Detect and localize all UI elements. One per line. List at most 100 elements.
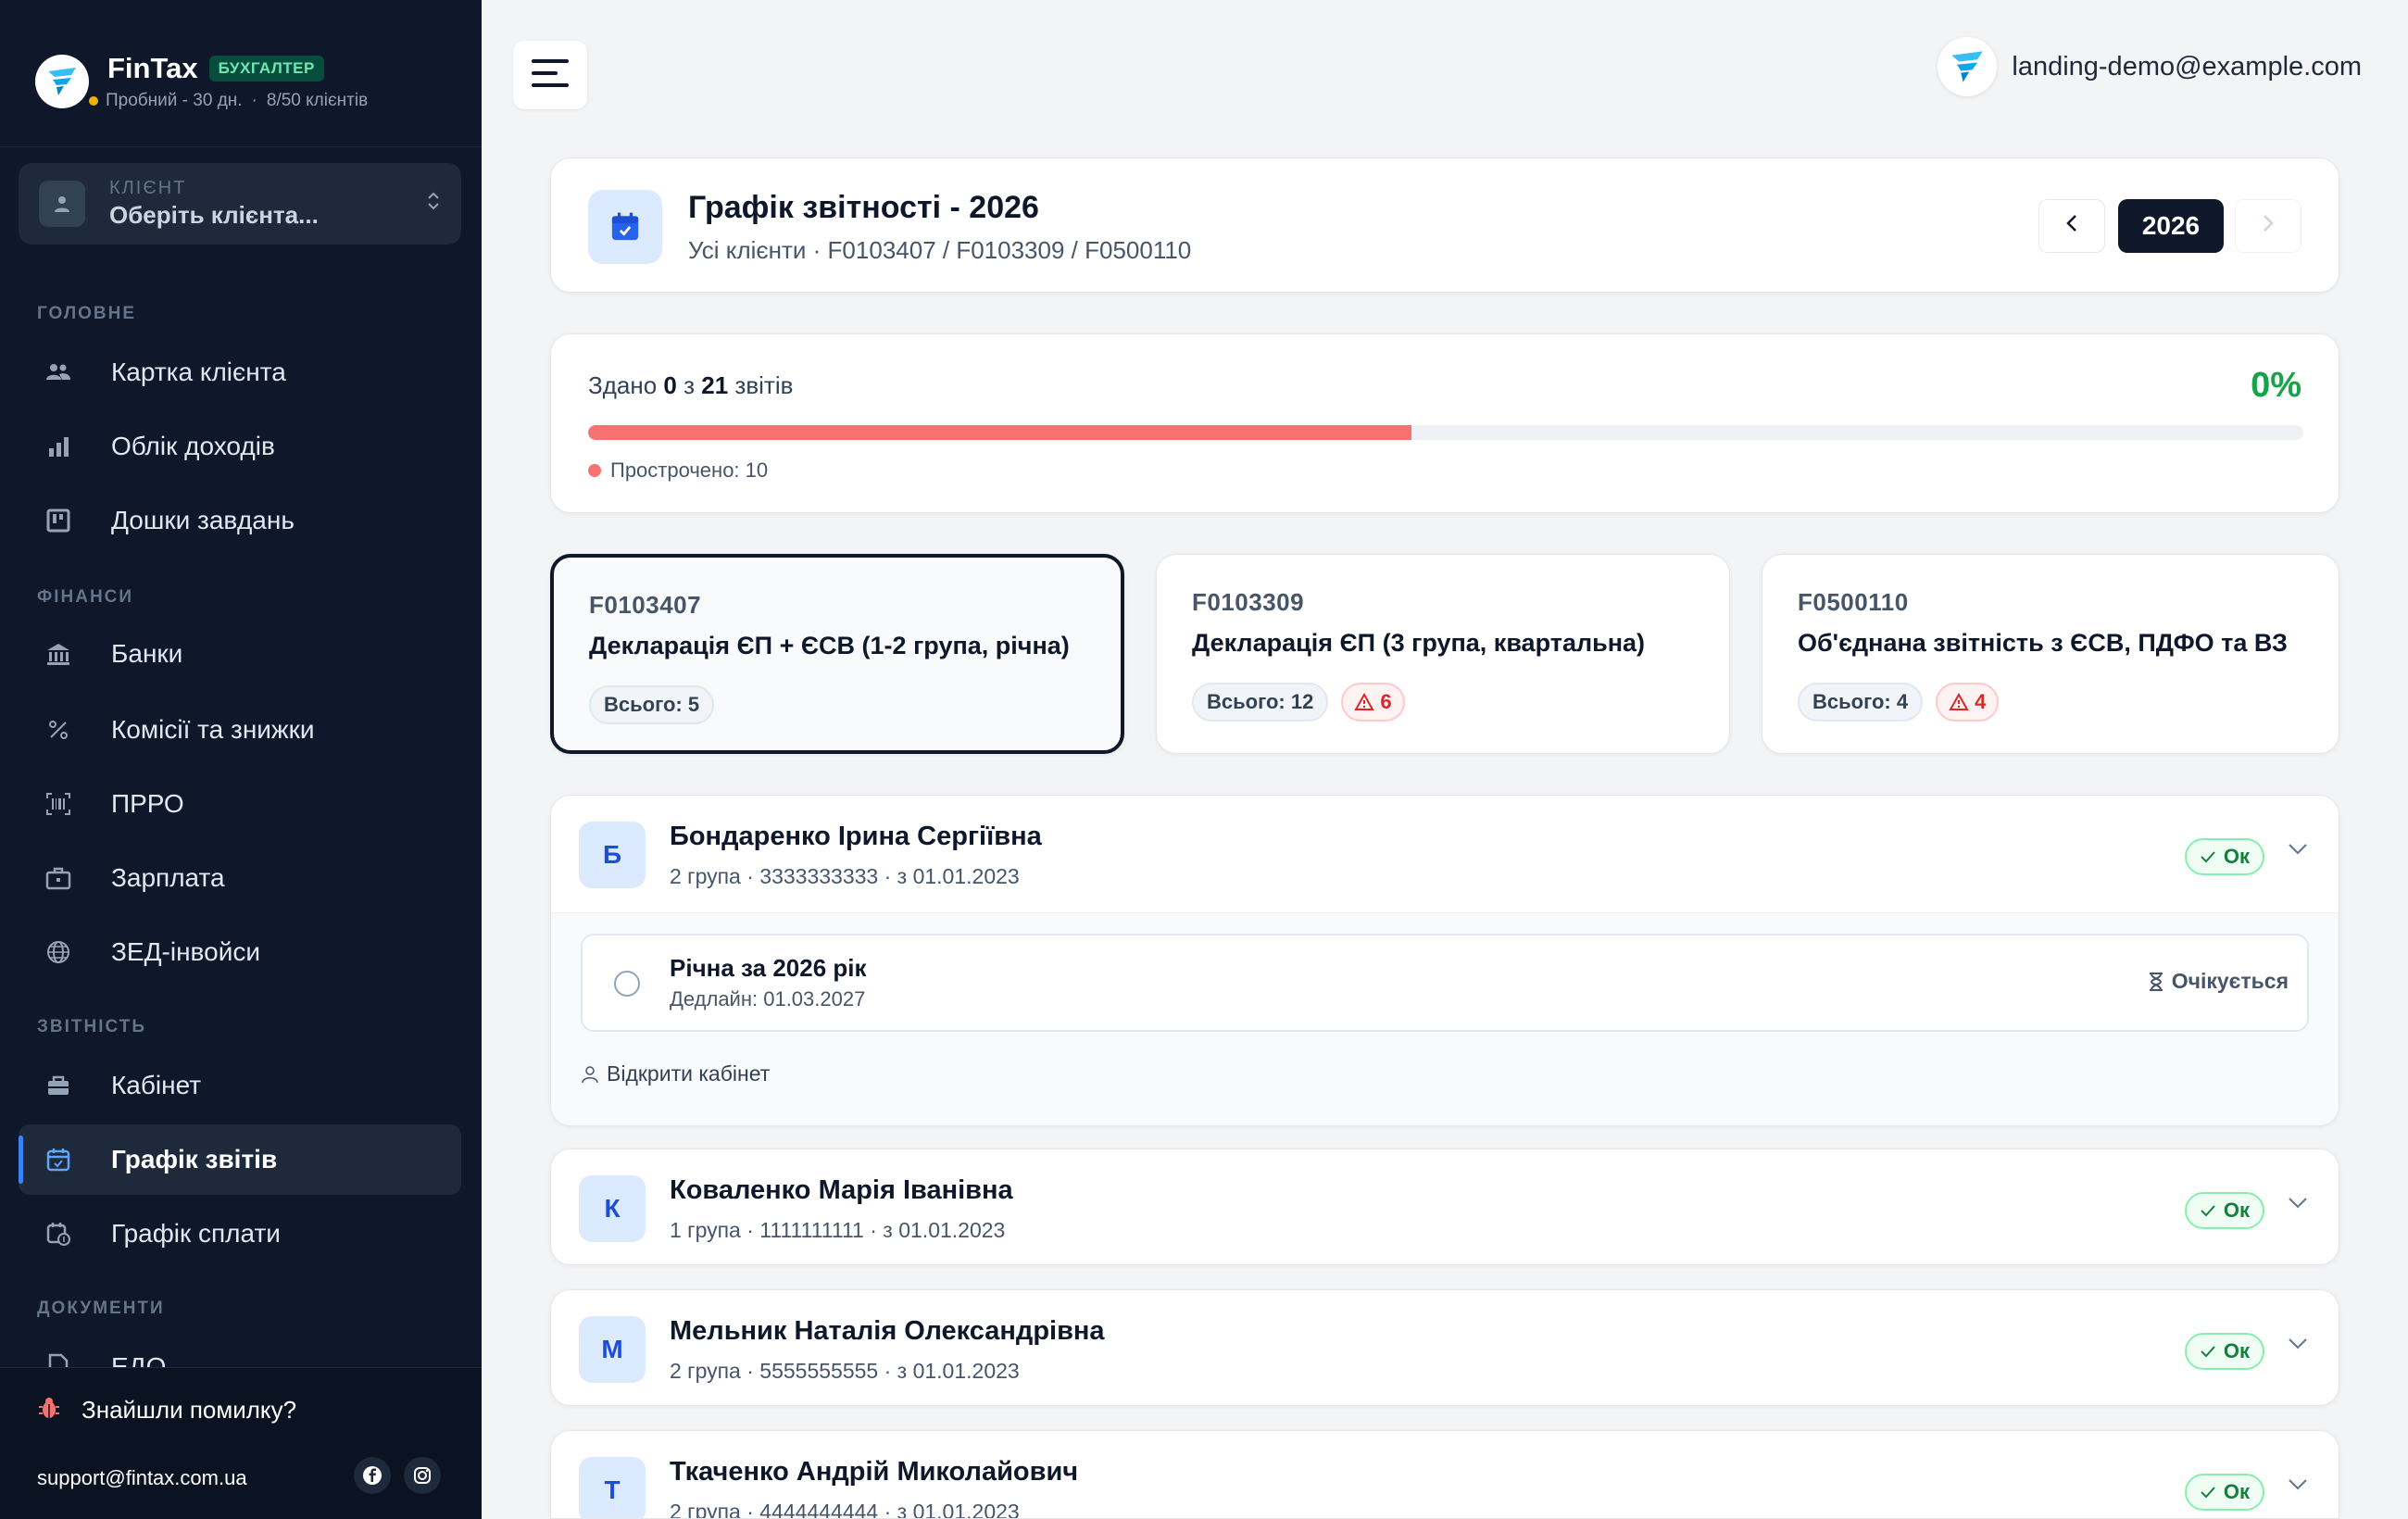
status-badge: Ок	[2184, 1474, 2264, 1511]
sidebar-item-label: Картка клієнта	[111, 358, 286, 386]
report-type-card[interactable]: F0103309 Декларація ЄП (3 група, квартал…	[1156, 554, 1730, 754]
section-title-documents: ДОКУМЕНТИ	[37, 1299, 165, 1318]
brand[interactable]: FinTax БУХГАЛТЕР Пробний - 30 дн. · 8/50…	[35, 52, 368, 111]
chevron-down-icon[interactable]	[2287, 1337, 2309, 1356]
client-row[interactable]: К Коваленко Марія Іванівна 1 група · 111…	[551, 1149, 2339, 1266]
report-type-name: Об'єднана звітність з ЄСВ, ПДФО та ВЗ	[1798, 629, 2288, 657]
report-type-card[interactable]: F0103407 Декларація ЄП + ЄСВ (1-2 група,…	[550, 554, 1124, 754]
sidebar-footer: Знайшли помилку? support@fintax.com.ua	[0, 1367, 482, 1519]
calendar-icon	[44, 1146, 72, 1174]
sidebar-item-label: ЗЕД-інвойси	[111, 937, 260, 966]
client-name: Мельник Наталія Олександрівна	[670, 1316, 1105, 1346]
sidebar: FinTax БУХГАЛТЕР Пробний - 30 дн. · 8/50…	[0, 0, 482, 1519]
sidebar-item-income[interactable]: Облік доходів	[19, 411, 461, 482]
globe-icon	[44, 938, 72, 966]
overdue-badge: 6	[1341, 683, 1405, 722]
client-row[interactable]: Т Ткаченко Андрій Миколайович 2 група · …	[551, 1431, 2339, 1518]
sidebar-divider	[0, 146, 482, 147]
check-icon	[2201, 1205, 2215, 1217]
chevron-updown-icon	[426, 190, 441, 218]
overdue-count: 4	[1975, 690, 1987, 713]
progress-percent: 0%	[2251, 366, 2301, 405]
progress-bar-overdue-fill	[588, 425, 1411, 440]
kanban-icon	[44, 507, 72, 534]
task-status-radio[interactable]	[614, 971, 640, 997]
clients-count: 8/50 клієнтів	[266, 91, 369, 110]
trial-info: Пробний - 30 дн. · 8/50 клієнтів	[89, 91, 368, 111]
status-label: Ок	[2223, 1339, 2250, 1362]
schedule-header: Графік звітності - 2026 Усі клієнти · F0…	[550, 157, 2339, 293]
sidebar-item-report-schedule[interactable]: Графік звітів	[19, 1124, 461, 1195]
sidebar-item-salary[interactable]: Зарплата	[19, 843, 461, 913]
client-meta: 1 група · 1111111111 · з 01.01.2023	[670, 1218, 1006, 1242]
sidebar-item-label: Зарплата	[111, 863, 225, 892]
client-initial-avatar: К	[579, 1175, 646, 1242]
previous-year-button[interactable]	[2038, 199, 2105, 253]
status-badge: Ок	[2184, 838, 2264, 875]
client-meta: 2 група · 5555555555 · з 01.01.2023	[670, 1359, 1020, 1383]
user-avatar-icon	[1938, 37, 1998, 96]
client-row[interactable]: М Мельник Наталія Олександрівна 2 група …	[551, 1290, 2339, 1407]
chevron-left-icon	[2064, 211, 2079, 241]
total-badge: Всього: 12	[1192, 683, 1329, 722]
status-label: Ок	[2223, 1480, 2250, 1503]
sidebar-item-label: Облік доходів	[111, 432, 275, 460]
check-icon	[2201, 1487, 2215, 1499]
chevron-down-icon[interactable]	[2287, 1477, 2309, 1497]
overdue-dot-icon	[588, 464, 601, 477]
menu-toggle-button[interactable]	[513, 41, 587, 109]
client-name: Коваленко Марія Іванівна	[670, 1175, 1013, 1205]
sidebar-item-commissions[interactable]: Комісії та знижки	[19, 695, 461, 765]
sidebar-item-edo[interactable]: ЕДО	[19, 1334, 461, 1367]
section-title-reporting: ЗВІТНІСТЬ	[37, 1017, 147, 1036]
report-bug-link[interactable]: Знайшли помилку?	[37, 1396, 296, 1425]
next-year-button[interactable]	[2235, 199, 2301, 253]
trial-dot-icon	[89, 96, 98, 106]
client-reports-panel: Річна за 2026 рік Дедлайн: 01.03.2027 Оч…	[551, 912, 2339, 1125]
barcode-icon	[44, 790, 72, 818]
chevron-down-icon[interactable]	[2287, 1196, 2309, 1215]
facebook-icon[interactable]	[354, 1457, 391, 1494]
status-badge: Ок	[2184, 1333, 2264, 1370]
section-title-finance: ФІНАНСИ	[37, 587, 134, 607]
sidebar-item-banks[interactable]: Банки	[19, 619, 461, 689]
hamburger-icon	[530, 56, 571, 94]
user-menu[interactable]: landing-demo@example.com	[1938, 37, 2362, 96]
open-cabinet-link[interactable]: Відкрити кабінет	[581, 1061, 770, 1086]
report-type-code: F0500110	[1798, 588, 1909, 616]
sidebar-item-label: Дошки завдань	[111, 506, 295, 534]
instagram-icon[interactable]	[404, 1457, 441, 1494]
current-year: 2026	[2118, 199, 2224, 253]
progress-summary: Здано 0 з 21 звітів 0% Прострочено: 10	[550, 333, 2339, 513]
app-name: FinTax	[107, 52, 198, 84]
report-type-code: F0103407	[589, 591, 702, 619]
sidebar-item-prro[interactable]: ПРРО	[19, 769, 461, 839]
progress-done: 0	[663, 371, 677, 399]
sidebar-item-payment-schedule[interactable]: Графік сплати	[19, 1199, 461, 1269]
client-selector-value: Оберіть клієнта...	[109, 201, 319, 229]
client-name: Бондаренко Ірина Сергіївна	[670, 822, 1042, 851]
sidebar-item-cabinet[interactable]: Кабінет	[19, 1050, 461, 1121]
progress-prefix: Здано	[588, 371, 658, 399]
report-bug-label: Знайшли помилку?	[82, 1396, 297, 1424]
section-title-main: ГОЛОВНЕ	[37, 304, 137, 323]
client-row[interactable]: Б Бондаренко Ірина Сергіївна 2 група · 3…	[551, 796, 2339, 912]
role-badge: БУХГАЛТЕР	[208, 56, 324, 82]
sidebar-item-zed-invoices[interactable]: ЗЕД-інвойси	[19, 917, 461, 987]
client-initial-avatar: Б	[579, 822, 646, 888]
warning-icon	[1949, 693, 1969, 710]
sidebar-item-label: Банки	[111, 639, 183, 668]
cabinet-icon	[44, 1072, 72, 1099]
task-deadline: Дедлайн: 01.03.2027	[670, 987, 866, 1011]
check-icon	[2201, 851, 2215, 863]
chevron-down-icon[interactable]	[2287, 842, 2309, 861]
report-type-card[interactable]: F0500110 Об'єднана звітність з ЄСВ, ПДФО…	[1762, 554, 2339, 754]
sidebar-item-label: Графік звітів	[111, 1145, 278, 1174]
report-task[interactable]: Річна за 2026 рік Дедлайн: 01.03.2027 Оч…	[581, 934, 2309, 1032]
support-email[interactable]: support@fintax.com.ua	[37, 1466, 247, 1490]
progress-bar	[588, 425, 2303, 440]
client-selector[interactable]: КЛІЄНТ Оберіть клієнта...	[19, 163, 461, 245]
sidebar-item-task-boards[interactable]: Дошки завдань	[19, 485, 461, 556]
sidebar-item-label: ЕДО	[111, 1352, 167, 1367]
sidebar-item-client-card[interactable]: Картка клієнта	[19, 337, 461, 408]
